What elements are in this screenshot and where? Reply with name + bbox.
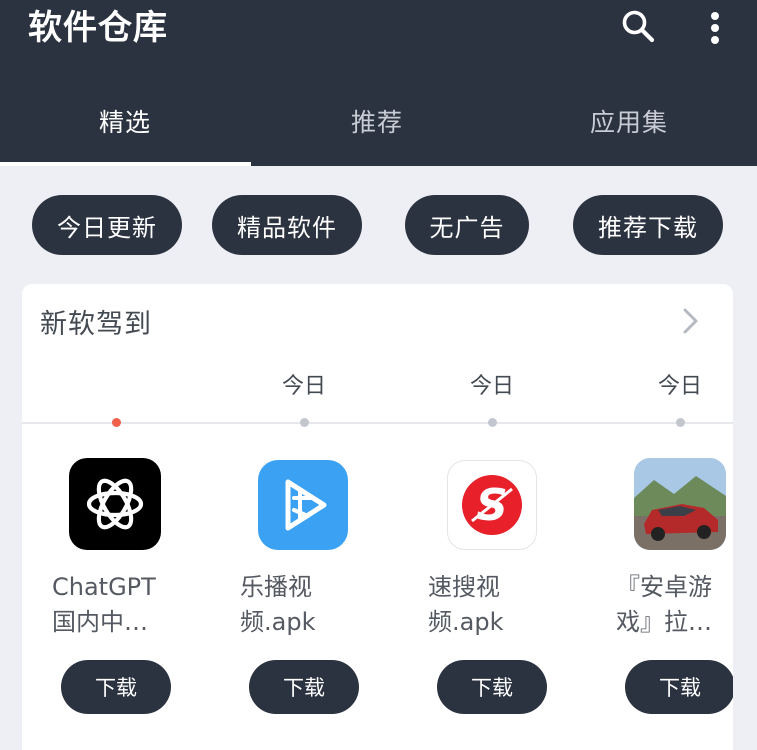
date-label: 今日 (657, 374, 702, 399)
app-name: ChatGPT 国内中… (52, 573, 156, 636)
download-button[interactable]: 下载 (61, 660, 171, 714)
app-name: 速搜视 频.apk (428, 573, 504, 636)
download-button[interactable]: 下载 (437, 660, 547, 714)
timeline-dot (676, 418, 685, 427)
more-options-button[interactable] (700, 8, 730, 48)
chip-quality-software[interactable]: 精品软件 (212, 195, 362, 255)
app-icon-lebo[interactable] (258, 460, 348, 550)
tab-featured[interactable]: 精选 (0, 88, 250, 158)
chevron-right-icon[interactable] (680, 306, 702, 336)
tab-app-collections[interactable]: 应用集 (504, 88, 754, 158)
play-app-icon (285, 479, 327, 531)
top-bar: 软件仓库 精选 推荐 应用集 (0, 0, 757, 166)
racing-game-icon (634, 458, 726, 550)
openai-logo-icon (86, 478, 144, 530)
page-title: 软件仓库 (28, 8, 168, 48)
chip-recommended-downloads[interactable]: 推荐下载 (573, 195, 723, 255)
app-icon-susou[interactable]: S (447, 460, 537, 550)
timeline-dot (300, 418, 309, 427)
app-icon-racing-game[interactable] (634, 458, 726, 550)
timeline-dot (488, 418, 497, 427)
search-button[interactable] (616, 6, 660, 46)
more-vertical-icon (711, 12, 719, 44)
s-logo-icon: S (462, 475, 522, 535)
download-button[interactable]: 下载 (249, 660, 359, 714)
app-name: 乐播视 频.apk (240, 573, 316, 636)
app-icon-chatgpt[interactable] (69, 458, 161, 550)
app-name: 『安卓游 戏』拉… (616, 573, 712, 636)
timeline-dot-current (112, 418, 121, 427)
tab-bar: 精选 推荐 应用集 (0, 88, 757, 166)
date-label: 今日 (281, 374, 326, 399)
timeline-line (22, 422, 733, 424)
date-label: 今日 (469, 374, 514, 399)
app-screen: 软件仓库 精选 推荐 应用集 今日更新 精品软件 无广告 推荐下载 新软驾到 今… (0, 0, 757, 750)
chip-no-ads[interactable]: 无广告 (405, 195, 529, 255)
download-button[interactable]: 下载 (625, 660, 733, 714)
active-tab-indicator (0, 162, 251, 166)
search-icon (622, 10, 655, 43)
tab-recommended[interactable]: 推荐 (252, 88, 502, 158)
new-software-card: 新软驾到 今日 今日 今日 ChatGPT 国内中… 下载 乐播视 频.apk … (22, 284, 733, 750)
section-title: 新软驾到 (40, 309, 152, 340)
chip-today-updates[interactable]: 今日更新 (32, 195, 182, 255)
